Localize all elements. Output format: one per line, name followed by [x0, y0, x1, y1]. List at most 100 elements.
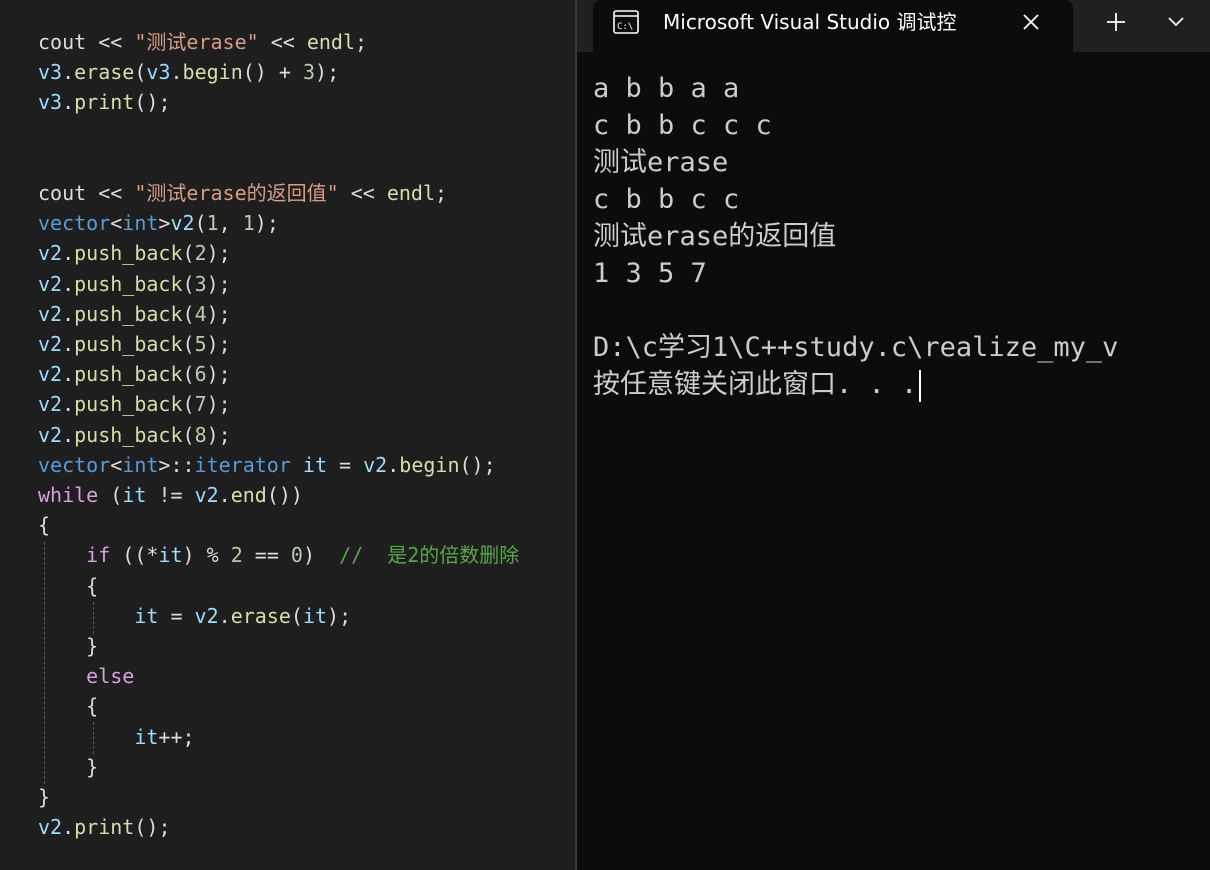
code-token: (: [182, 362, 195, 387]
code-token: v3: [38, 90, 63, 115]
code-token: );: [206, 241, 231, 266]
code-token: ();: [459, 452, 496, 477]
code-token: 5: [194, 332, 207, 356]
code-token: push_back: [74, 241, 183, 266]
code-token: cout: [38, 30, 99, 54]
code-token: }: [38, 785, 51, 809]
code-token: ,: [218, 211, 243, 236]
terminal-output[interactable]: a b b a a c b b c c c 测试erase c b b c c 测试er…: [593, 70, 1210, 403]
code-line: v3.print();: [38, 87, 170, 117]
close-icon[interactable]: [1017, 8, 1045, 36]
code-token: );: [315, 60, 340, 85]
code-token: <<: [258, 30, 307, 54]
code-token: begin: [399, 452, 460, 477]
code-line: {: [38, 571, 98, 601]
code-token: .: [62, 815, 75, 840]
code-token: v2: [38, 392, 63, 417]
code-line: if ((*it) % 2 == 0) // 是2的倍数删除: [38, 540, 519, 570]
code-token: 3: [302, 60, 316, 85]
code-line: v2.push_back(4);: [38, 299, 231, 329]
code-token: (: [98, 483, 123, 507]
code-token: print: [74, 815, 135, 840]
code-token: <<: [338, 181, 387, 205]
plus-icon[interactable]: [1099, 6, 1133, 38]
code-token: .: [62, 241, 75, 266]
code-token: print: [74, 90, 135, 115]
code-token: {: [38, 513, 51, 538]
code-token: 0: [290, 543, 303, 568]
code-line: v2.push_back(2);: [38, 238, 231, 268]
code-token: (: [182, 422, 195, 447]
code-token: 6: [194, 362, 207, 387]
code-token: push_back: [74, 362, 183, 387]
code-token: v3: [38, 60, 63, 85]
code-token: 4: [194, 301, 207, 326]
code-token: it: [302, 603, 328, 628]
code-token: while: [38, 483, 99, 507]
code-token: <: [110, 452, 123, 477]
code-token: v2: [38, 815, 63, 840]
code-token: );: [206, 392, 231, 417]
code-token: .: [62, 301, 75, 326]
code-token: (: [182, 271, 195, 296]
indent-guide-if: [93, 602, 94, 634]
terminal-line-text: c b b c c c: [593, 110, 772, 141]
terminal-line-text: 测试erase: [593, 147, 729, 178]
code-token: (: [182, 301, 195, 326]
code-token: erase: [74, 60, 135, 85]
code-token: push_back: [74, 422, 183, 447]
code-token: v2: [38, 271, 63, 296]
code-token: it: [134, 603, 159, 628]
code-line: }: [38, 631, 98, 661]
terminal-line-text: 测试erase的返回值: [593, 221, 837, 252]
terminal-line: a b b a a: [593, 70, 1210, 107]
terminal-tab[interactable]: C:\ Microsoft Visual Studio 调试控: [593, 0, 1073, 52]
code-line: v2.print();: [38, 812, 170, 842]
code-token: .: [218, 483, 231, 507]
terminal-line-text: D:\c学习1\C++study.c\realize_my_v: [593, 332, 1119, 363]
code-token: cout: [38, 181, 99, 205]
code-editor[interactable]: cout << "测试erase" << endl; v3.erase(v3.be…: [0, 0, 575, 870]
code-token: v2: [194, 483, 219, 507]
code-token: .: [62, 392, 75, 417]
code-line: v2.push_back(7);: [38, 389, 231, 419]
code-token: begin: [182, 60, 243, 85]
indent-guide-while: [44, 542, 45, 784]
terminal-line: 测试erase的返回值: [593, 218, 1210, 255]
code-token: push_back: [74, 392, 183, 417]
code-token: );: [206, 301, 231, 326]
terminal-line: 1 3 5 7: [593, 255, 1210, 292]
indent-guide-else: [93, 722, 94, 754]
code-token: (: [290, 603, 303, 628]
code-token: it: [134, 724, 159, 749]
code-line: v2.push_back(3);: [38, 269, 231, 299]
code-token: iterator: [194, 452, 291, 477]
code-line: vector<int>::iterator it = v2.begin();: [38, 450, 496, 480]
code-token: .: [218, 603, 231, 628]
code-token: );: [206, 362, 231, 387]
code-token: 2: [194, 241, 207, 266]
code-line: cout << "测试erase" << endl;: [38, 27, 367, 57]
terminal-line: D:\c学习1\C++study.c\realize_my_v: [593, 329, 1210, 366]
code-token: () +: [242, 60, 303, 85]
code-token: =: [327, 452, 364, 477]
code-token: v3: [146, 60, 171, 85]
tab-title: Microsoft Visual Studio 调试控: [663, 10, 957, 34]
code-token: ;: [435, 181, 448, 205]
code-token: ): [302, 543, 340, 568]
code-line: vector<int>v2(1, 1);: [38, 208, 279, 238]
code-token: v2: [38, 362, 63, 387]
code-token: ==: [242, 543, 291, 568]
terminal-window[interactable]: C:\ Microsoft Visual Studio 调试控 a b b a …: [575, 0, 1210, 870]
code-token: >::: [158, 452, 195, 477]
chevron-down-icon[interactable]: [1159, 6, 1193, 38]
code-token: <<: [98, 30, 123, 54]
code-token: endl: [386, 181, 435, 205]
code-token: .: [170, 60, 183, 85]
code-line: }: [38, 752, 98, 782]
code-token: }: [38, 754, 99, 779]
